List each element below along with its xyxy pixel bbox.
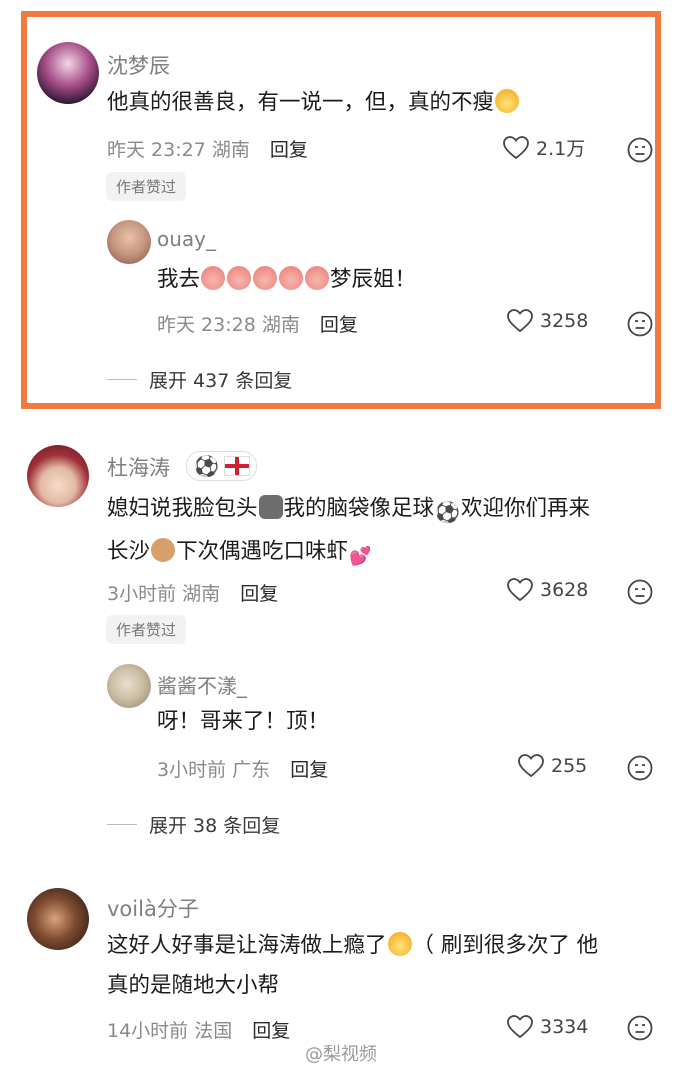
author-liked-badge: 作者赞过: [106, 172, 187, 201]
comment-text: 这好人好事是让海涛做上瘾了（ 刷到很多次了 他 真的是随地大小帮: [107, 932, 599, 998]
divider: [107, 824, 137, 825]
like-count: 2.1万: [536, 138, 586, 160]
comment-location: 法国: [194, 1020, 233, 1042]
dislike-icon[interactable]: [627, 1015, 653, 1041]
reply-text: 呀！哥来了！顶！: [157, 709, 330, 734]
dislike-icon[interactable]: [627, 311, 653, 337]
expand-label: 展开 38 条回复: [149, 815, 281, 837]
reply-text: 我去 梦辰姐！: [157, 266, 417, 292]
cat-emoji-icon: [258, 495, 283, 519]
like-button[interactable]: 255: [518, 754, 587, 778]
reply-button[interactable]: 回复: [240, 583, 278, 605]
reply-button[interactable]: 回复: [320, 314, 358, 336]
reply-button[interactable]: 回复: [290, 759, 328, 781]
comment-meta: 昨天 23:27 湖南 回复: [107, 135, 308, 162]
like-button[interactable]: 2.1万: [503, 134, 585, 161]
like-button[interactable]: 3258: [507, 309, 588, 333]
comment-author[interactable]: 沈梦辰: [107, 50, 170, 80]
watermark: @梨视频: [305, 1044, 377, 1065]
comment-meta: 14小时前 法国 回复: [107, 1016, 290, 1043]
dislike-icon[interactable]: [627, 755, 653, 781]
avatar[interactable]: [27, 888, 89, 950]
pig-emoji-icon: [279, 266, 304, 290]
avatar[interactable]: [107, 220, 151, 264]
heart-icon: [503, 135, 529, 159]
reply-meta: 3小时前 广东 回复: [157, 755, 328, 782]
comment-location: 湖南: [182, 583, 221, 605]
expand-replies-button[interactable]: 展开 38 条回复: [107, 811, 280, 838]
like-count: 3258: [540, 310, 589, 332]
heart-icon: [507, 309, 533, 333]
comment-text: 媳妇说我脸包头 我的脑袋像足球⚽欢迎你们再来 长沙 下次偶遇吃口味虾💕: [107, 489, 590, 577]
soccer-ball-icon: ⚽: [194, 454, 219, 478]
comment-time: 14小时前: [107, 1020, 189, 1042]
avatar[interactable]: [27, 445, 89, 507]
soccer-ball-icon: ⚽: [435, 500, 460, 524]
reply-location: 湖南: [261, 314, 300, 336]
pig-emoji-icon: [201, 266, 226, 290]
like-count: 255: [551, 755, 588, 777]
expand-label: 展开 437 条回复: [149, 370, 293, 392]
reply-author[interactable]: ouay_: [157, 227, 216, 251]
pig-emoji-icon: [253, 266, 278, 290]
like-button[interactable]: 3628: [507, 578, 588, 602]
divider: [107, 379, 137, 380]
dislike-icon[interactable]: [627, 137, 653, 163]
comment-text: 他真的很善良，有一说一，但，真的不瘦: [107, 83, 520, 123]
author-liked-badge: 作者赞过: [106, 615, 187, 644]
team-badge: ⚽: [186, 451, 257, 481]
pig-emoji-icon: [227, 266, 252, 290]
avatar[interactable]: [107, 664, 151, 708]
comment-meta: 3小时前 湖南 回复: [107, 579, 278, 606]
reply-author[interactable]: 酱酱不漾_: [157, 670, 247, 699]
heart-icon: [507, 578, 533, 602]
comment-author[interactable]: 杜海涛: [107, 452, 170, 482]
reply-button[interactable]: 回复: [252, 1020, 290, 1042]
heart-icon: [518, 754, 544, 778]
mango-emoji-icon: [387, 932, 412, 956]
comment-author[interactable]: voilà分子: [107, 893, 199, 923]
england-flag-icon: [223, 456, 250, 476]
pig-emoji-icon: [305, 266, 330, 290]
like-button[interactable]: 3334: [507, 1015, 588, 1039]
avatar[interactable]: [37, 42, 99, 104]
reply-time: 昨天 23:28: [157, 314, 256, 336]
dislike-icon[interactable]: [627, 579, 653, 605]
like-count: 3628: [540, 579, 589, 601]
reply-meta: 昨天 23:28 湖南 回复: [157, 310, 358, 337]
like-count: 3334: [540, 1016, 589, 1038]
comment-time: 昨天 23:27: [107, 139, 206, 161]
mango-emoji-icon: [495, 89, 520, 113]
reply-button[interactable]: 回复: [270, 139, 308, 161]
heart-icon: [507, 1015, 533, 1039]
expand-replies-button[interactable]: 展开 437 条回复: [107, 366, 292, 393]
hearts-emoji-icon: 💕: [349, 546, 372, 567]
comment-location: 湖南: [211, 139, 250, 161]
dog-emoji-icon: [151, 538, 176, 562]
comment-time: 3小时前: [107, 583, 177, 605]
reply-time: 3小时前: [157, 759, 227, 781]
reply-location: 广东: [232, 759, 271, 781]
